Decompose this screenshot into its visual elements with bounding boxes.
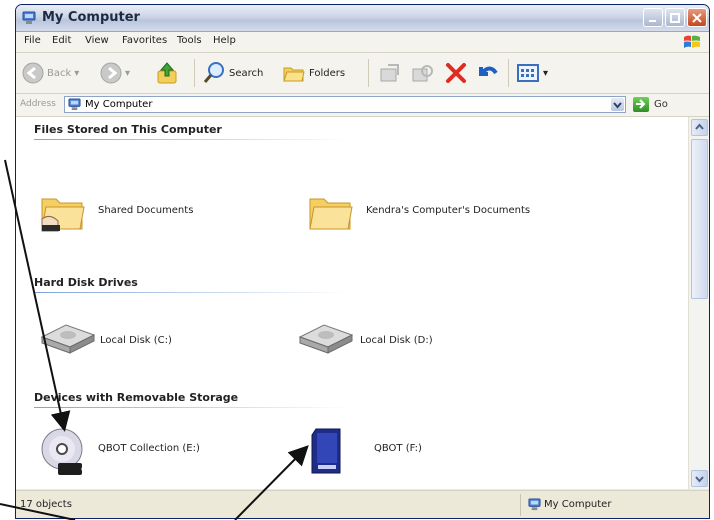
search-label: Search (229, 67, 264, 79)
window-title: My Computer (42, 10, 140, 25)
menu-view[interactable]: View (85, 35, 109, 46)
status-divider (520, 494, 521, 516)
menu-file[interactable]: File (24, 35, 41, 46)
object-count: 17 objects (20, 499, 72, 510)
group-divider (34, 407, 349, 408)
scroll-up-button[interactable] (691, 119, 708, 136)
close-button[interactable] (687, 8, 707, 27)
scroll-thumb[interactable] (691, 139, 708, 299)
maximize-icon (670, 13, 680, 23)
vertical-scrollbar[interactable] (688, 117, 709, 489)
item-label: QBOT Collection (E:) (98, 443, 200, 454)
group-title-files: Files Stored on This Computer (34, 123, 222, 136)
menu-tools[interactable]: Tools (177, 35, 202, 46)
toolbar-separator (508, 59, 509, 87)
copy-to-icon (412, 65, 433, 82)
menu-bar: File Edit View Favorites Tools Help (16, 32, 709, 53)
hard-disk-icon (40, 324, 96, 354)
menu-help[interactable]: Help (213, 35, 236, 46)
scroll-down-button[interactable] (691, 470, 708, 487)
toolbar: Back ▾ ▾ Search Folders ▾ (16, 53, 709, 94)
minimize-button[interactable] (643, 8, 663, 27)
folder-icon (309, 198, 353, 230)
menu-favorites[interactable]: Favorites (122, 35, 167, 46)
status-location: My Computer (544, 499, 612, 510)
toolbar-separator (194, 59, 195, 87)
computer-icon (22, 11, 36, 24)
move-to-icon (380, 64, 399, 82)
item-label: Local Disk (D:) (360, 335, 433, 346)
memory-card-icon (311, 428, 341, 474)
move-to-button[interactable] (378, 59, 402, 87)
hard-disk-icon (298, 324, 354, 354)
item-label: Shared Documents (98, 205, 194, 216)
views-icon (517, 64, 539, 82)
group-divider (34, 139, 349, 140)
address-value: My Computer (85, 99, 153, 110)
item-label: Local Disk (C:) (100, 335, 172, 346)
back-label: Back (47, 67, 72, 79)
address-dropdown-button[interactable] (611, 98, 624, 111)
address-bar: Address My Computer Go (16, 94, 709, 117)
up-folder-icon (157, 62, 177, 84)
close-icon (692, 13, 702, 23)
up-button[interactable] (156, 59, 178, 87)
views-dropdown-icon: ▾ (543, 67, 549, 79)
maximize-button[interactable] (665, 8, 685, 27)
address-input[interactable]: My Computer (64, 96, 626, 113)
chevron-down-icon (695, 476, 704, 483)
cd-r-badge: CD-R (81, 465, 97, 483)
forward-dropdown-icon: ▾ (125, 67, 131, 79)
chevron-down-icon (613, 102, 622, 109)
title-bar[interactable]: My Computer (16, 5, 709, 32)
back-dropdown-icon: ▾ (74, 67, 80, 79)
window: My Computer File Edit View Favorites Too… (15, 4, 710, 519)
delete-x-icon (446, 63, 466, 83)
windows-logo-icon (684, 35, 700, 48)
search-button[interactable]: Search (202, 59, 263, 87)
group-divider (34, 292, 349, 293)
file-view: Files Stored on This Computer Shared Doc… (16, 117, 688, 489)
forward-arrow-icon (100, 62, 122, 84)
status-bar: 17 objects My Computer (16, 490, 709, 518)
computer-icon (68, 98, 81, 111)
undo-icon (479, 66, 498, 76)
delete-button[interactable] (444, 59, 468, 87)
search-icon (203, 62, 224, 83)
cd-r-disc-icon (41, 428, 83, 475)
shared-folder-icon (41, 198, 85, 232)
minimize-icon (649, 20, 656, 22)
undo-button[interactable] (476, 59, 500, 87)
back-arrow-icon (22, 62, 44, 84)
go-arrow-icon (636, 99, 646, 109)
forward-button[interactable]: ▾ (100, 59, 130, 87)
folders-icon (283, 67, 305, 82)
chevron-up-icon (695, 123, 704, 130)
copy-to-button[interactable] (410, 59, 434, 87)
go-label[interactable]: Go (654, 99, 668, 110)
computer-icon (528, 498, 541, 511)
folders-label: Folders (309, 67, 346, 79)
menu-edit[interactable]: Edit (52, 35, 71, 46)
address-label: Address (20, 99, 56, 109)
views-button[interactable]: ▾ (516, 59, 548, 87)
toolbar-separator (368, 59, 369, 87)
item-label: Kendra's Computer's Documents (366, 205, 531, 216)
item-label: QBOT (F:) (374, 443, 422, 454)
back-button[interactable]: Back ▾ (22, 59, 79, 87)
group-title-hdd: Hard Disk Drives (34, 276, 138, 289)
go-button[interactable] (633, 97, 649, 112)
group-title-removable: Devices with Removable Storage (34, 391, 239, 404)
folders-button[interactable]: Folders (282, 59, 345, 87)
